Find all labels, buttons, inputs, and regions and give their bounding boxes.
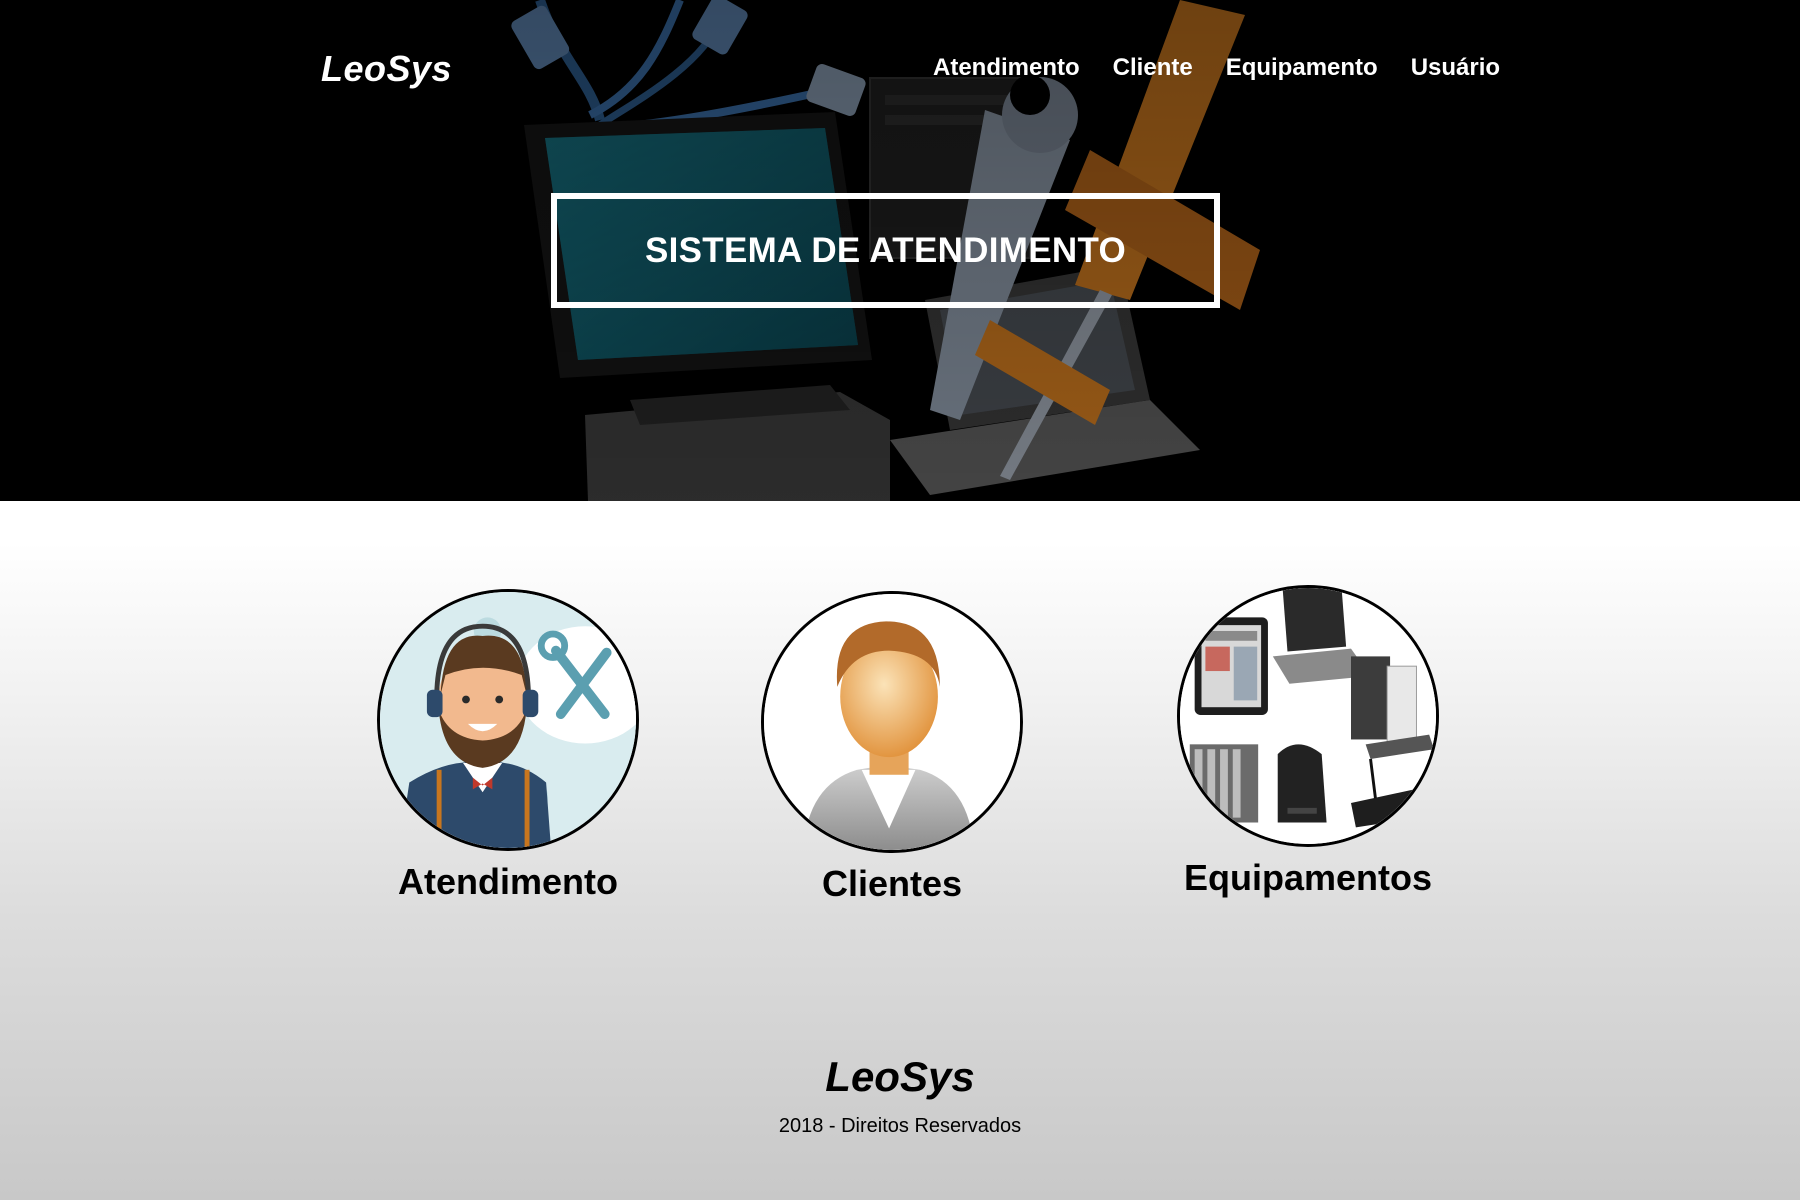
card-clientes[interactable]: Clientes	[742, 591, 1042, 905]
main-nav: Atendimento Cliente Equipamento Usuário	[933, 54, 1500, 82]
hero-banner: LeoSys Atendimento Cliente Equipamento U…	[0, 0, 1800, 501]
card-image-frame	[377, 589, 639, 851]
nav-item-equipamento[interactable]: Equipamento	[1226, 54, 1378, 82]
footer-copyright: 2018 - Direitos Reservados	[778, 1115, 1022, 1137]
footer: LeoSys 2018 - Direitos Reservados	[0, 1053, 1800, 1138]
hero-title: SISTEMA DE ATENDIMENTO	[644, 230, 1127, 270]
footer-logo: LeoSys	[825, 1053, 975, 1100]
card-label-equipamentos: Equipamentos	[1183, 857, 1433, 898]
nav-item-cliente[interactable]: Cliente	[1113, 54, 1193, 82]
nav-item-usuario[interactable]: Usuário	[1411, 54, 1500, 82]
equipment-devices-image[interactable]	[1180, 588, 1436, 844]
card-equipamentos[interactable]: Equipamentos	[1158, 585, 1458, 899]
card-label-clientes: Clientes	[821, 863, 963, 904]
hero-title-box: SISTEMA DE ATENDIMENTO	[551, 193, 1220, 308]
site-logo[interactable]: LeoSys	[321, 48, 452, 90]
nav-item-atendimento[interactable]: Atendimento	[933, 54, 1080, 82]
card-image-frame	[1177, 585, 1439, 847]
card-label-atendimento: Atendimento	[398, 861, 618, 902]
card-atendimento[interactable]: Atendimento	[358, 589, 658, 903]
client-person-image[interactable]	[764, 594, 1020, 850]
support-agent-image[interactable]	[380, 592, 636, 848]
card-image-frame	[761, 591, 1023, 853]
